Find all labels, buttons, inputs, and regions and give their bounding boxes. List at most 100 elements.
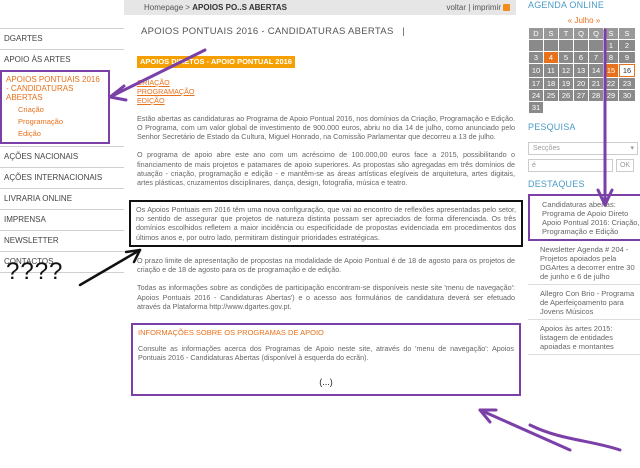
calendar-day[interactable]: 24	[529, 90, 543, 101]
paragraph-info: Todas as informações sobre as condições …	[137, 283, 515, 312]
nav-item-apoios-pontuais[interactable]: APOIOS PONTUAIS 2016 - CANDIDATURAS ABER…	[2, 72, 108, 104]
nav-subitem-edicao[interactable]: Edição	[2, 128, 108, 142]
calendar-day[interactable]: 19	[559, 78, 573, 89]
nav-subitem-programacao[interactable]: Programação	[2, 116, 108, 128]
section-badge: APOIOS DIRETOS - APOIO PONTUAL 2016	[137, 56, 295, 68]
highlight-box: Os Apoios Pontuais em 2016 têm uma nova …	[129, 199, 523, 247]
left-sidebar: DGARTES APOIO ÀS ARTES APOIOS PONTUAIS 2…	[0, 0, 124, 468]
top-links: voltar | imprimir	[446, 0, 510, 15]
breadcrumb-current: APOIOS PO..S ABERTAS	[192, 3, 287, 12]
calendar-day[interactable]: 3	[529, 52, 543, 63]
destaque-item[interactable]: Apoios às artes 2015: listagem de entida…	[528, 320, 640, 355]
ellipsis: (...)	[319, 377, 333, 388]
calendar-empty	[544, 102, 558, 113]
link-programacao[interactable]: PROGRAMAÇÃO	[137, 87, 195, 96]
calendar-day[interactable]: 4	[544, 52, 558, 63]
calendar-day[interactable]: 13	[574, 64, 588, 77]
destaques-title: DESTAQUES	[528, 179, 585, 189]
search-ok-button[interactable]: OK	[616, 159, 634, 172]
calendar-empty	[559, 102, 573, 113]
calendar-day[interactable]	[559, 40, 573, 51]
calendar-day[interactable]: 5	[559, 52, 573, 63]
calendar-day[interactable]: 28	[589, 90, 603, 101]
info-box: INFORMAÇÕES SOBRE OS PROGRAMAS DE APOIO …	[131, 323, 521, 396]
link-edicao[interactable]: EDIÇÃO	[137, 96, 165, 105]
calendar-day[interactable]: 2	[619, 40, 635, 51]
calendar-day[interactable]: 10	[529, 64, 543, 77]
calendar: D S T Q Q S S 1 2 3 4 5 6 7 8 9 10 11 12…	[528, 27, 636, 114]
calendar-day[interactable]: 7	[589, 52, 603, 63]
calendar-day[interactable]: 15	[604, 64, 618, 77]
calendar-day[interactable]	[544, 40, 558, 51]
calendar-day[interactable]: 30	[619, 90, 635, 101]
calendar-day-today[interactable]: 16	[619, 64, 635, 77]
nav-item-apoio-artes[interactable]: APOIO ÀS ARTES	[0, 49, 124, 70]
calendar-day[interactable]: 22	[604, 78, 618, 89]
weekday: T	[559, 28, 573, 39]
right-column: AGENDA ONLINE « Julho » D S T Q Q S S 1 …	[528, 0, 640, 468]
breadcrumb-separator: >	[183, 3, 193, 12]
calendar-day[interactable]: 31	[529, 102, 543, 113]
destaque-item[interactable]: Newsletter Agenda # 204 - Projetos apoia…	[528, 241, 640, 285]
paragraph-deadline: O prazo limite de apresentação de propos…	[137, 255, 515, 275]
calendar-day[interactable]: 8	[604, 52, 618, 63]
calendar-day[interactable]: 29	[604, 90, 618, 101]
rss-icon[interactable]	[503, 4, 510, 11]
calendar-day[interactable]: 25	[544, 90, 558, 101]
paragraph-configuration: Os Apoios Pontuais em 2016 têm uma nova …	[136, 204, 516, 242]
calendar-day[interactable]: 26	[559, 90, 573, 101]
destaque-item[interactable]: Allegro Con Brio - Programa de Aperfeiço…	[528, 285, 640, 320]
sections-select[interactable]: Secções	[528, 142, 638, 155]
calendar-day[interactable]: 9	[619, 52, 635, 63]
calendar-day[interactable]: 21	[589, 78, 603, 89]
purple-arrow-bottom-left-head	[478, 408, 498, 424]
search-input[interactable]: é	[528, 159, 613, 172]
calendar-day[interactable]: 6	[574, 52, 588, 63]
calendar-day[interactable]: 11	[544, 64, 558, 77]
nav-item-newsletter[interactable]: NEWSLETTER	[0, 230, 124, 251]
weekday: S	[604, 28, 618, 39]
weekday: Q	[589, 28, 603, 39]
nav-item-acoes-internacionais[interactable]: AÇÕES INTERNACIONAIS	[0, 167, 124, 188]
page-title: APOIOS PONTUAIS 2016 - CANDIDATURAS ABER…	[141, 26, 406, 37]
paragraph-intro: Estão abertas as candidaturas ao Program…	[137, 113, 515, 142]
weekday: D	[529, 28, 543, 39]
info-title: INFORMAÇÕES SOBRE OS PROGRAMAS DE APOIO	[138, 328, 324, 338]
calendar-empty	[574, 102, 588, 113]
calendar-day[interactable]	[529, 40, 543, 51]
calendar-day[interactable]	[574, 40, 588, 51]
calendar-day[interactable]: 27	[574, 90, 588, 101]
nav-item-imprensa[interactable]: IMPRENSA	[0, 209, 124, 230]
calendar-next[interactable]: »	[596, 16, 600, 25]
calendar-day[interactable]: 1	[604, 40, 618, 51]
subsection-links: CRIAÇÃO PROGRAMAÇÃO EDIÇÃO	[137, 78, 515, 105]
destaques-list: Candidaturas abertas: Programa de Apoio …	[528, 194, 640, 355]
weekday: Q	[574, 28, 588, 39]
calendar-day[interactable]: 20	[574, 78, 588, 89]
agenda-title: AGENDA ONLINE	[528, 0, 605, 10]
print-link[interactable]: imprimir	[473, 3, 501, 12]
annotation-question-marks: ????	[6, 258, 64, 285]
calendar-day[interactable]: 12	[559, 64, 573, 77]
calendar-day[interactable]: 17	[529, 78, 543, 89]
nav-item-dgartes[interactable]: DGARTES	[0, 28, 124, 49]
nav-item-livraria-online[interactable]: LIVRARIA ONLINE	[0, 188, 124, 209]
weekday: S	[619, 28, 635, 39]
breadcrumb-home[interactable]: Homepage	[144, 3, 183, 12]
calendar-day[interactable]: 23	[619, 78, 635, 89]
back-link[interactable]: voltar	[446, 3, 466, 12]
calendar-day[interactable]: 14	[589, 64, 603, 77]
top-bar: Homepage > APOIOS PO..S ABERTAS voltar |…	[124, 0, 516, 15]
calendar-prev[interactable]: «	[568, 16, 572, 25]
nav-item-acoes-nacionais[interactable]: AÇÕES NACIONAIS	[0, 146, 124, 167]
nav-subitem-criacao[interactable]: Criação	[2, 104, 108, 116]
calendar-empty	[604, 102, 618, 113]
paragraph-funding: O programa de apoio abre este ano com um…	[137, 150, 515, 188]
weekday: S	[544, 28, 558, 39]
breadcrumb: Homepage > APOIOS PO..S ABERTAS	[144, 0, 287, 15]
link-criacao[interactable]: CRIAÇÃO	[137, 78, 170, 87]
pesquisa-title: PESQUISA	[528, 122, 576, 132]
calendar-day[interactable]: 18	[544, 78, 558, 89]
calendar-day[interactable]	[589, 40, 603, 51]
destaque-item[interactable]: Candidaturas abertas: Programa de Apoio …	[528, 194, 640, 241]
